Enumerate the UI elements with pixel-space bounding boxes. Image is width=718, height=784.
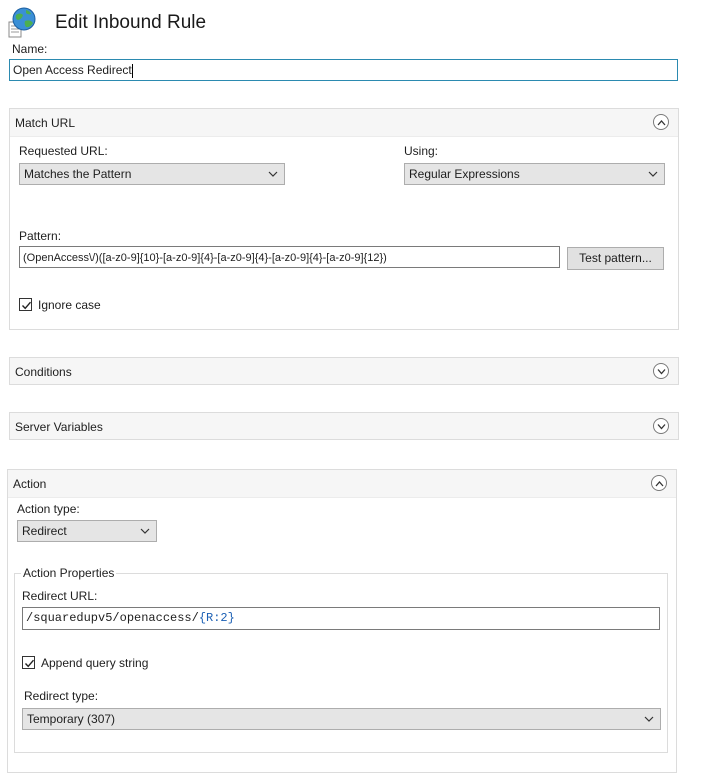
match-url-header[interactable]: Match URL <box>10 109 678 137</box>
rule-icon <box>6 6 38 40</box>
chevron-down-icon <box>657 424 666 430</box>
globe-document-icon <box>8 7 36 38</box>
server-variables-section: Server Variables <box>9 412 679 440</box>
server-variables-header[interactable]: Server Variables <box>10 413 678 439</box>
action-type-select[interactable]: Redirect <box>17 520 157 542</box>
pattern-input[interactable]: (OpenAccess\/)([a-z0-9]{10}-[a-z0-9]{4}-… <box>19 246 560 268</box>
expand-server-variables-button[interactable] <box>653 418 669 434</box>
checkmark-icon <box>24 659 35 668</box>
conditions-section: Conditions <box>9 357 679 385</box>
pattern-value: (OpenAccess\/)([a-z0-9]{10}-[a-z0-9]{4}-… <box>23 252 387 264</box>
redirect-url-prefix: /squaredupv5/openaccess/ <box>26 611 199 625</box>
action-properties-title: Action Properties <box>21 566 117 580</box>
redirect-url-open-brace: { <box>198 611 207 625</box>
chevron-down-icon <box>140 528 150 534</box>
name-label: Name: <box>12 42 48 56</box>
ignore-case-checkbox[interactable] <box>19 298 32 311</box>
chevron-down-icon <box>644 716 654 722</box>
redirect-url-input[interactable]: /squaredupv5/openaccess/{R:2} <box>22 607 660 630</box>
pattern-label: Pattern: <box>19 229 62 243</box>
requested-url-select[interactable]: Matches the Pattern <box>19 163 285 185</box>
using-label: Using: <box>404 144 439 158</box>
conditions-title: Conditions <box>15 365 72 379</box>
chevron-up-icon <box>657 120 666 126</box>
action-header[interactable]: Action <box>8 470 676 498</box>
action-title: Action <box>13 477 47 491</box>
redirect-type-select[interactable]: Temporary (307) <box>22 708 661 730</box>
checkmark-icon <box>21 301 32 310</box>
expand-conditions-button[interactable] <box>653 363 669 379</box>
append-query-checkbox[interactable] <box>22 656 35 669</box>
action-type-value: Redirect <box>22 524 67 538</box>
using-select[interactable]: Regular Expressions <box>404 163 665 185</box>
append-query-label: Append query string <box>41 656 149 670</box>
redirect-type-value: Temporary (307) <box>27 712 116 726</box>
redirect-url-close-brace: } <box>227 611 235 625</box>
name-input[interactable]: Open Access Redirect <box>9 59 678 81</box>
collapse-match-url-button[interactable] <box>653 114 669 130</box>
page-title: Edit Inbound Rule <box>55 12 207 33</box>
match-url-title: Match URL <box>15 116 76 130</box>
ignore-case-label: Ignore case <box>38 298 101 312</box>
requested-url-label: Requested URL: <box>19 144 108 158</box>
server-variables-title: Server Variables <box>15 420 103 434</box>
collapse-action-button[interactable] <box>651 475 667 491</box>
chevron-down-icon <box>648 171 658 177</box>
requested-url-value: Matches the Pattern <box>24 167 132 181</box>
redirect-url-variable: R:2 <box>206 611 228 625</box>
match-url-section: Match URL <box>9 108 679 330</box>
redirect-type-label: Redirect type: <box>24 689 99 703</box>
name-input-value: Open Access Redirect <box>13 63 132 77</box>
text-caret <box>131 63 133 78</box>
chevron-up-icon <box>655 481 664 487</box>
redirect-url-label: Redirect URL: <box>22 589 98 603</box>
test-pattern-button[interactable]: Test pattern... <box>567 247 664 270</box>
action-type-label: Action type: <box>17 502 80 516</box>
using-value: Regular Expressions <box>409 167 520 181</box>
chevron-down-icon <box>268 171 278 177</box>
conditions-header[interactable]: Conditions <box>10 358 678 384</box>
chevron-down-icon <box>657 369 666 375</box>
